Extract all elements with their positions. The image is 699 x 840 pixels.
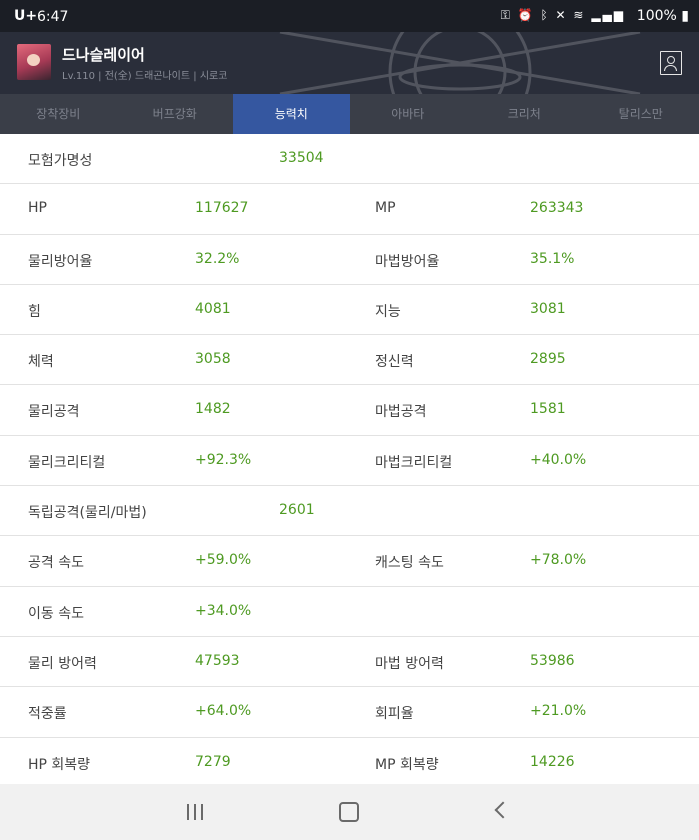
stat-value: 1482 bbox=[195, 401, 231, 418]
stat-label: 모험가명성 bbox=[28, 153, 93, 169]
recent-apps-button[interactable] bbox=[186, 804, 204, 820]
character-name: 드나슬레이어 bbox=[62, 46, 145, 64]
stat-value: +40.0% bbox=[530, 451, 587, 468]
stat-label: 물리 방어력 bbox=[28, 655, 97, 672]
stat-label: 마법공격 bbox=[375, 404, 427, 421]
stats-list: 모험가명성 33504 HP 117627 MP 263343 물리방어율 32.2% 마법방어… bbox=[0, 134, 699, 788]
signal-icon: ▂▄▆ bbox=[591, 8, 625, 22]
stat-row: 체력 3058 정신력 2895 bbox=[0, 335, 699, 386]
stat-label: 물리방어율 bbox=[28, 253, 93, 270]
stat-label: 물리크리티컬 bbox=[28, 454, 106, 471]
stat-value: +92.3% bbox=[195, 451, 252, 468]
stat-row: 물리공격 1482 마법공격 1581 bbox=[0, 385, 699, 436]
stat-row: 물리크리티컬 +92.3% 마법크리티컬 +40.0% bbox=[0, 436, 699, 487]
carrier-label: U+ bbox=[14, 8, 38, 24]
stat-label: HP 회복량 bbox=[28, 756, 91, 773]
stat-label: MP bbox=[375, 200, 396, 217]
status-icons: ⚿ ⏰ ᛒ ✕ ≋ ▂▄▆ bbox=[501, 8, 625, 23]
stat-row: 독립공격(물리/마법) 2601 bbox=[0, 486, 699, 537]
stat-label: 정신력 bbox=[375, 354, 414, 371]
stat-label: 힘 bbox=[28, 303, 41, 320]
stat-value: +64.0% bbox=[195, 703, 252, 720]
stat-label: 캐스팅 속도 bbox=[375, 555, 444, 572]
stat-value: +21.0% bbox=[530, 703, 587, 720]
stat-value: 14226 bbox=[530, 753, 575, 770]
stat-label: MP 회복량 bbox=[375, 756, 439, 773]
stat-label: HP bbox=[28, 200, 47, 217]
stat-label: 마법 방어력 bbox=[375, 655, 444, 672]
stat-value: 117627 bbox=[195, 200, 249, 217]
stat-value: +78.0% bbox=[530, 552, 587, 569]
stat-label: 회피율 bbox=[375, 706, 414, 723]
stat-value: 1581 bbox=[530, 401, 566, 418]
stat-label: 공격 속도 bbox=[28, 555, 84, 572]
tab-avatar[interactable]: 아바타 bbox=[350, 94, 467, 134]
stat-value: 4081 bbox=[195, 300, 231, 317]
bluetooth-icon: ᛒ bbox=[540, 8, 550, 22]
stat-label: 물리공격 bbox=[28, 404, 80, 421]
stat-row: 물리 방어력 47593 마법 방어력 53986 bbox=[0, 637, 699, 688]
key-icon: ⚿ bbox=[500, 8, 512, 22]
stat-row: 공격 속도 +59.0% 캐스팅 속도 +78.0% bbox=[0, 536, 699, 587]
stat-value: 3058 bbox=[195, 351, 231, 368]
battery-percent: 100% bbox=[636, 8, 677, 24]
mute-icon: ✕ bbox=[555, 8, 568, 22]
status-bar: U+ 6:47 ⚿ ⏰ ᛒ ✕ ≋ ▂▄▆ 100% ▮ bbox=[0, 0, 699, 32]
stat-label: 지능 bbox=[375, 303, 401, 320]
wifi-icon: ≋ bbox=[573, 8, 586, 22]
battery-indicator: 100% ▮ bbox=[637, 8, 689, 24]
tab-talisman[interactable]: 탈리스만 bbox=[583, 94, 699, 134]
stat-value: 2601 bbox=[279, 502, 315, 519]
stat-label: 마법크리티컬 bbox=[375, 454, 453, 471]
battery-icon: ▮ bbox=[681, 8, 689, 24]
stat-value: 35.1% bbox=[530, 250, 575, 267]
profile-button[interactable] bbox=[660, 51, 682, 75]
stat-label: 독립공격(물리/마법) bbox=[28, 505, 147, 522]
character-avatar bbox=[17, 44, 51, 80]
stat-row: 모험가명성 33504 bbox=[0, 134, 699, 185]
stat-value: 7279 bbox=[195, 753, 231, 770]
stat-value: 33504 bbox=[279, 150, 324, 166]
stat-value: 2895 bbox=[530, 351, 566, 368]
stat-row: 적중률 +64.0% 회피율 +21.0% bbox=[0, 687, 699, 738]
stat-value: +34.0% bbox=[195, 602, 252, 619]
stat-row: 힘 4081 지능 3081 bbox=[0, 285, 699, 336]
stat-value: 263343 bbox=[530, 200, 584, 217]
stat-label: 체력 bbox=[28, 354, 54, 371]
stat-label: 이동 속도 bbox=[28, 605, 84, 622]
stat-row: HP 117627 MP 263343 bbox=[0, 184, 699, 235]
stat-row: 물리방어율 32.2% 마법방어율 35.1% bbox=[0, 235, 699, 285]
home-button[interactable] bbox=[339, 802, 359, 822]
stat-value: 47593 bbox=[195, 652, 240, 669]
stat-value: 32.2% bbox=[195, 250, 240, 267]
stat-label: 적중률 bbox=[28, 706, 67, 723]
character-info: Lv.110 | 전(全) 드래곤나이트 | 시로코 bbox=[62, 71, 228, 82]
tab-stats[interactable]: 능력치 bbox=[233, 94, 350, 134]
tab-buff[interactable]: 버프강화 bbox=[117, 94, 234, 134]
clock: 6:47 bbox=[37, 9, 69, 25]
tab-bar: 장착장비 버프강화 능력치 아바타 크리처 탈리스만 bbox=[0, 94, 699, 134]
tab-equipment[interactable]: 장착장비 bbox=[0, 94, 117, 134]
alarm-icon: ⏰ bbox=[517, 8, 535, 22]
stat-label: 마법방어율 bbox=[375, 253, 440, 270]
stat-value: +59.0% bbox=[195, 552, 252, 569]
stat-value: 3081 bbox=[530, 300, 566, 317]
tab-creature[interactable]: 크리처 bbox=[466, 94, 583, 134]
stat-row: HP 회복량 7279 MP 회복량 14226 bbox=[0, 738, 699, 788]
stat-value: 53986 bbox=[530, 652, 575, 669]
stat-row: 이동 속도 +34.0% bbox=[0, 587, 699, 637]
person-icon bbox=[667, 56, 675, 64]
